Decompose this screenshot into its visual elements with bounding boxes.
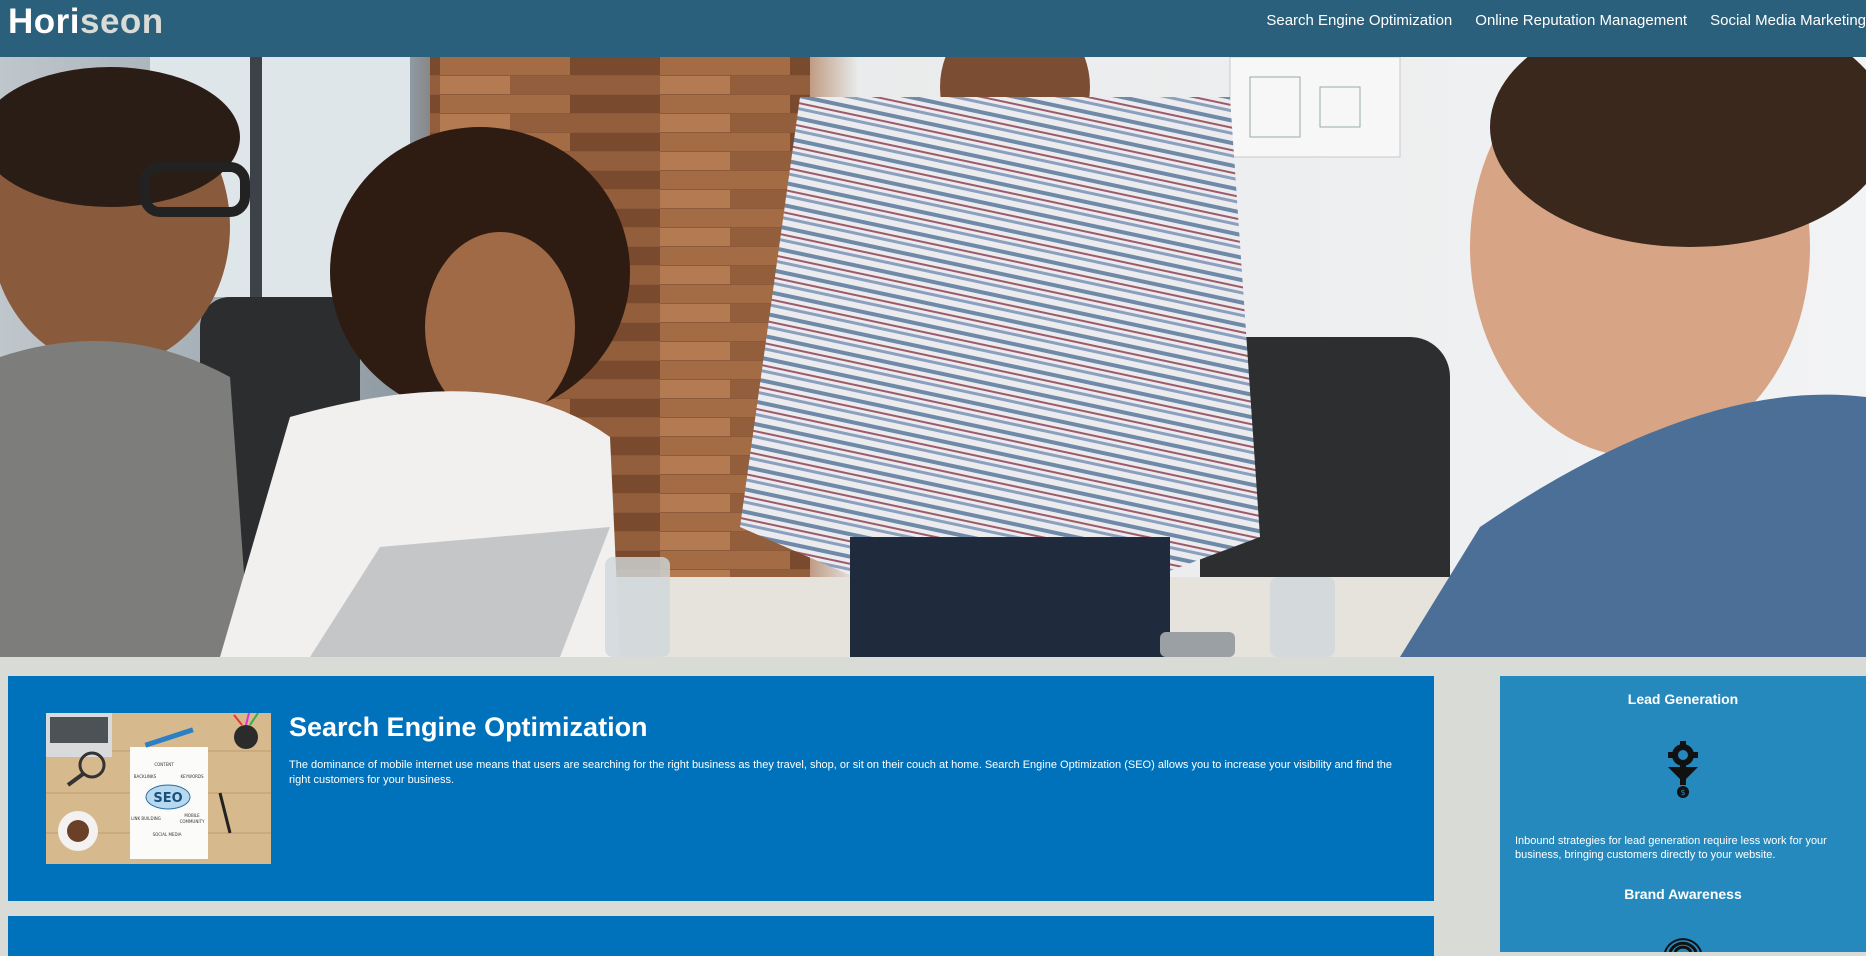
logo-accent: seon (80, 2, 164, 41)
brand-awareness-title: Brand Awareness (1624, 886, 1742, 902)
seo-word-community: COMMUNITY (180, 819, 205, 824)
funnel-gear-dollar-icon: $ (1668, 741, 1698, 798)
next-content-card (8, 916, 1434, 956)
broadcast-icon (1664, 938, 1702, 952)
svg-text:$: $ (1680, 788, 1685, 797)
seo-card: SEO CONTENT BACKLINKS KEYWORDS LINK BUIL… (8, 676, 1434, 901)
lead-generation-text: Inbound strategies for lead generation r… (1515, 835, 1827, 861)
logo-main: Hori (8, 2, 80, 41)
seo-word-mobile: MOBILE (184, 813, 200, 818)
lead-generation-title: Lead Generation (1627, 691, 1739, 707)
seo-notebook-photo: SEO CONTENT BACKLINKS KEYWORDS LINK BUIL… (46, 713, 271, 864)
main-nav: Search Engine Optimization Online Reputa… (1243, 10, 1866, 32)
seo-word-keywords: KEYWORDS (180, 774, 204, 779)
seo-title: Search Engine Optimization (289, 712, 648, 742)
nav-link-seo[interactable]: Search Engine Optimization (1266, 10, 1452, 32)
seo-word: SEO (153, 791, 182, 806)
seo-word-backlinks: BACKLINKS (134, 774, 157, 779)
team-meeting-photo (0, 57, 1866, 657)
seo-description: The dominance of mobile internet use mea… (289, 759, 1393, 786)
logo: Horiseon (8, 2, 164, 42)
nav-link-reputation[interactable]: Online Reputation Management (1475, 10, 1687, 32)
seo-word-link-building: LINK BUILDING (131, 816, 161, 821)
hero-image (0, 57, 1866, 657)
benefits-sidebar: Lead Generation $ Inbound strategies for… (1500, 676, 1866, 952)
nav-link-social-media[interactable]: Social Media Marketing (1710, 10, 1866, 32)
site-header: Horiseon Search Engine Optimization Onli… (0, 0, 1866, 57)
seo-word-content: CONTENT (154, 762, 174, 767)
seo-word-social-media: SOCIAL MEDIA (153, 832, 182, 837)
